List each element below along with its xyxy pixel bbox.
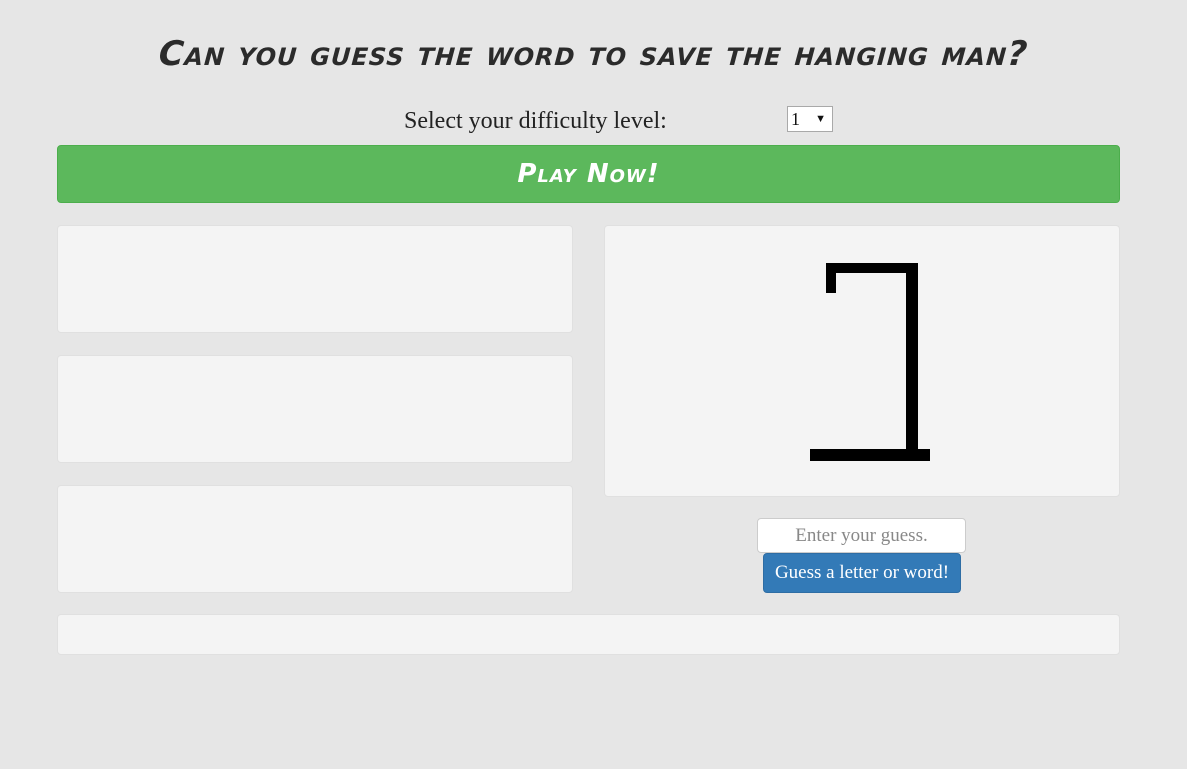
chevron-down-icon: ▼	[815, 113, 826, 125]
game-info-panel-2	[57, 355, 573, 463]
gallows-icon	[810, 263, 930, 461]
gallows-post	[906, 263, 918, 451]
gallows-top-hook	[826, 263, 836, 293]
difficulty-select[interactable]: 1 ▼	[787, 106, 833, 132]
gallows-base	[810, 449, 930, 461]
status-panel	[57, 614, 1120, 655]
hangman-drawing-panel	[604, 225, 1120, 497]
play-now-button[interactable]: Play Now!	[57, 145, 1120, 203]
game-info-panel-1	[57, 225, 573, 333]
guess-input[interactable]	[757, 518, 966, 553]
guess-submit-button[interactable]: Guess a letter or word!	[763, 553, 961, 593]
page-title: Can you guess the word to save the hangi…	[157, 34, 1030, 74]
difficulty-label: Select your difficulty level:	[404, 108, 667, 134]
difficulty-selected-value: 1	[791, 109, 800, 129]
game-info-panel-3	[57, 485, 573, 593]
gallows-top-beam	[826, 263, 916, 273]
hangman-page: Can you guess the word to save the hangi…	[0, 0, 1187, 769]
